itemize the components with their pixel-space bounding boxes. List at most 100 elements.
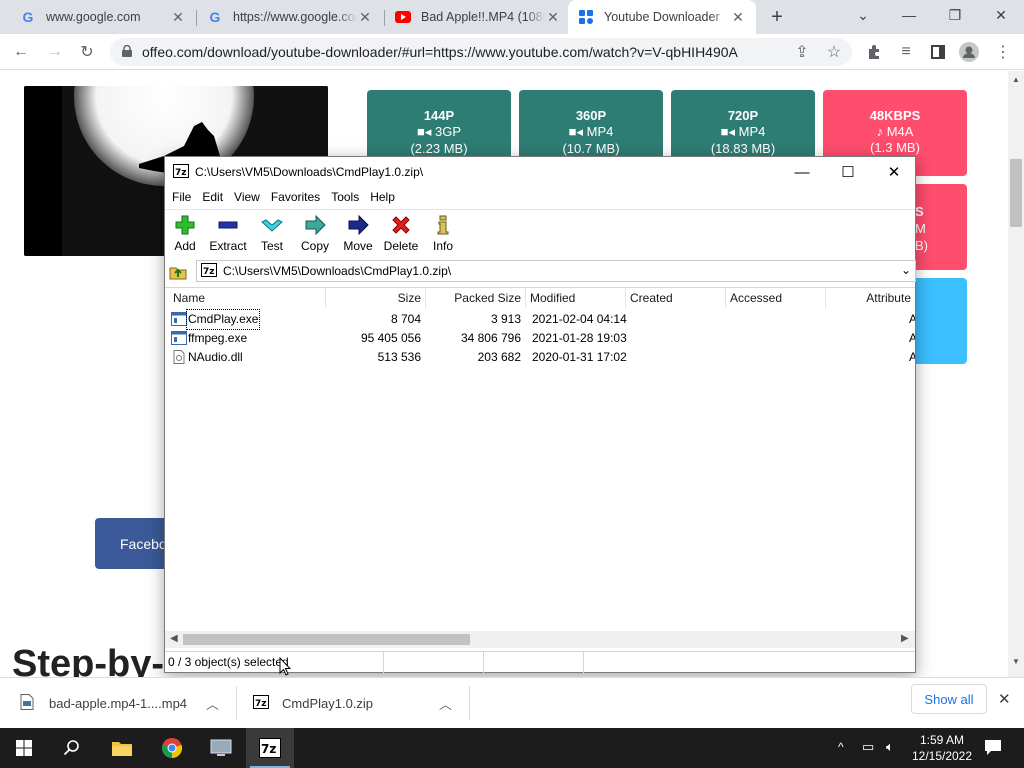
reload-button[interactable]: ↻ <box>75 40 99 64</box>
youtube-icon <box>395 9 411 25</box>
file-explorer-button[interactable] <box>98 728 146 768</box>
page-scrollbar[interactable]: ▲ ▼ <box>1008 71 1024 677</box>
app-button[interactable] <box>197 728 245 768</box>
back-button[interactable]: ← <box>9 40 33 64</box>
download-filename: CmdPlay1.0.zip <box>282 695 374 711</box>
extensions-icon[interactable] <box>862 40 886 64</box>
info-button[interactable]: Info <box>421 214 465 253</box>
search-button[interactable] <box>48 728 96 768</box>
menu-help[interactable]: Help <box>370 190 395 204</box>
tab-google[interactable]: G www.google.com ✕ <box>10 0 196 34</box>
column-name[interactable]: Name <box>169 288 326 308</box>
file-packed-size: 3 913 <box>490 312 521 326</box>
tab-youtube[interactable]: Bad Apple!!.MP4 (1080p ✕ <box>385 0 571 34</box>
path-combobox[interactable]: 7z C:\Users\VM5\Downloads\CmdPlay1.0.zip… <box>196 260 916 282</box>
download-item-video[interactable]: bad-apple.mp4-1....mp4 ︿ <box>20 678 237 728</box>
bookmark-star-icon[interactable]: ☆ <box>822 40 846 64</box>
show-all-button[interactable]: Show all <box>911 684 987 714</box>
tab-youtube-downloader[interactable]: Youtube Downloader ✕ <box>568 0 756 34</box>
sevenzip-taskbar-button[interactable]: 7z <box>246 728 294 768</box>
new-tab-button[interactable]: + <box>765 5 789 29</box>
sevenzip-titlebar[interactable]: 7z C:\Users\VM5\Downloads\CmdPlay1.0.zip… <box>165 157 915 187</box>
close-tab-icon[interactable]: ✕ <box>170 9 186 26</box>
menu-tools[interactable]: Tools <box>331 190 359 204</box>
search-icon <box>63 740 79 756</box>
chrome-button[interactable] <box>148 728 196 768</box>
maximize-button[interactable]: ☐ <box>825 157 871 187</box>
forward-button[interactable]: → <box>43 40 67 64</box>
network-icon[interactable]: ▭ <box>862 739 874 755</box>
chevron-up-icon[interactable]: ^ <box>838 740 844 754</box>
chevron-up-icon[interactable]: ︿ <box>206 694 219 713</box>
clock[interactable]: 1:59 AM 12/15/2022 <box>906 732 978 764</box>
table-row[interactable]: NAudio.dll 513 536 203 682 2020-01-31 17… <box>165 348 915 367</box>
column-accessed[interactable]: Accessed <box>726 288 826 308</box>
menu-favorites[interactable]: Favorites <box>271 190 320 204</box>
card-text: B) <box>915 238 928 253</box>
column-attributes[interactable]: Attribute <box>826 288 915 308</box>
copy-button[interactable]: Copy <box>293 214 337 253</box>
table-row[interactable]: ffmpeg.exe 95 405 056 34 806 796 2021-01… <box>165 329 915 348</box>
media-control-icon[interactable]: ≡ <box>894 40 918 64</box>
extract-minus-icon <box>218 221 238 229</box>
scrollbar-thumb[interactable] <box>1010 159 1022 227</box>
tab-google-search[interactable]: G https://www.google.com ✕ <box>197 0 383 34</box>
profile-avatar[interactable] <box>957 40 981 64</box>
share-icon[interactable]: ⇪ <box>790 40 814 64</box>
menu-file[interactable]: File <box>172 190 191 204</box>
start-button[interactable] <box>0 728 48 768</box>
scrollbar-thumb[interactable] <box>183 634 470 645</box>
offeo-icon <box>578 9 594 25</box>
tool-label: Extract <box>209 239 247 253</box>
horizontal-scrollbar[interactable]: ◀ ▶ <box>165 631 915 648</box>
side-panel-icon[interactable] <box>926 40 950 64</box>
column-size[interactable]: Size <box>326 288 426 308</box>
tab-title: www.google.com <box>46 10 141 24</box>
chevron-down-icon[interactable]: ⌄ <box>901 263 911 277</box>
quality-label: 720P <box>727 108 759 123</box>
test-button[interactable]: Test <box>250 214 294 253</box>
download-item-zip[interactable]: 7z CmdPlay1.0.zip ︿ <box>253 678 470 728</box>
address-bar[interactable]: offeo.com/download/youtube-downloader/#u… <box>110 38 852 66</box>
scroll-right-icon[interactable]: ▶ <box>901 633 909 644</box>
file-attributes: A <box>909 331 915 345</box>
folder-up-icon[interactable] <box>169 262 187 283</box>
more-menu-icon[interactable]: ⋮ <box>991 40 1015 64</box>
status-segment <box>384 652 484 673</box>
volume-icon[interactable]: 🔈︎ <box>886 739 894 755</box>
dll-file-icon <box>173 350 185 364</box>
lock-icon[interactable] <box>122 44 132 60</box>
close-tab-icon[interactable]: ✕ <box>545 9 561 26</box>
add-button[interactable]: Add <box>163 214 207 253</box>
menu-edit[interactable]: Edit <box>202 190 223 204</box>
column-created[interactable]: Created <box>626 288 726 308</box>
delete-button[interactable]: Delete <box>379 214 423 253</box>
scroll-up-icon[interactable]: ▲ <box>1012 75 1020 84</box>
table-row[interactable]: CmdPlay.exe 8 704 3 913 2021-02-04 04:14… <box>165 309 915 330</box>
sevenzip-window[interactable]: 7z C:\Users\VM5\Downloads\CmdPlay1.0.zip… <box>164 156 916 673</box>
size-label: (18.83 MB) <box>710 141 776 156</box>
chevron-up-icon[interactable]: ︿ <box>439 694 452 713</box>
move-button[interactable]: Move <box>336 214 380 253</box>
svg-text:7z: 7z <box>203 267 215 277</box>
windows-logo-icon <box>16 740 32 756</box>
format-label: 3GP <box>434 124 461 139</box>
column-modified[interactable]: Modified <box>526 288 626 308</box>
close-shelf-icon[interactable]: ✕ <box>998 690 1011 708</box>
column-packed-size[interactable]: Packed Size <box>426 288 526 308</box>
tab-search-icon[interactable]: ⌄ <box>840 0 886 30</box>
scroll-down-icon[interactable]: ▼ <box>1012 657 1020 666</box>
close-window-button[interactable]: ✕ <box>978 0 1024 30</box>
restore-button[interactable]: ❐ <box>932 0 978 30</box>
scroll-left-icon[interactable]: ◀ <box>170 633 178 644</box>
close-button[interactable]: ✕ <box>871 157 917 187</box>
notifications-icon[interactable] <box>984 738 1002 759</box>
menu-view[interactable]: View <box>234 190 260 204</box>
minimize-button[interactable]: — <box>779 157 825 187</box>
file-name: ffmpeg.exe <box>188 331 248 345</box>
minimize-button[interactable]: — <box>886 0 932 30</box>
close-tab-icon[interactable]: ✕ <box>730 9 746 26</box>
computer-icon <box>210 739 232 756</box>
extract-button[interactable]: Extract <box>206 214 250 253</box>
close-tab-icon[interactable]: ✕ <box>357 9 373 26</box>
